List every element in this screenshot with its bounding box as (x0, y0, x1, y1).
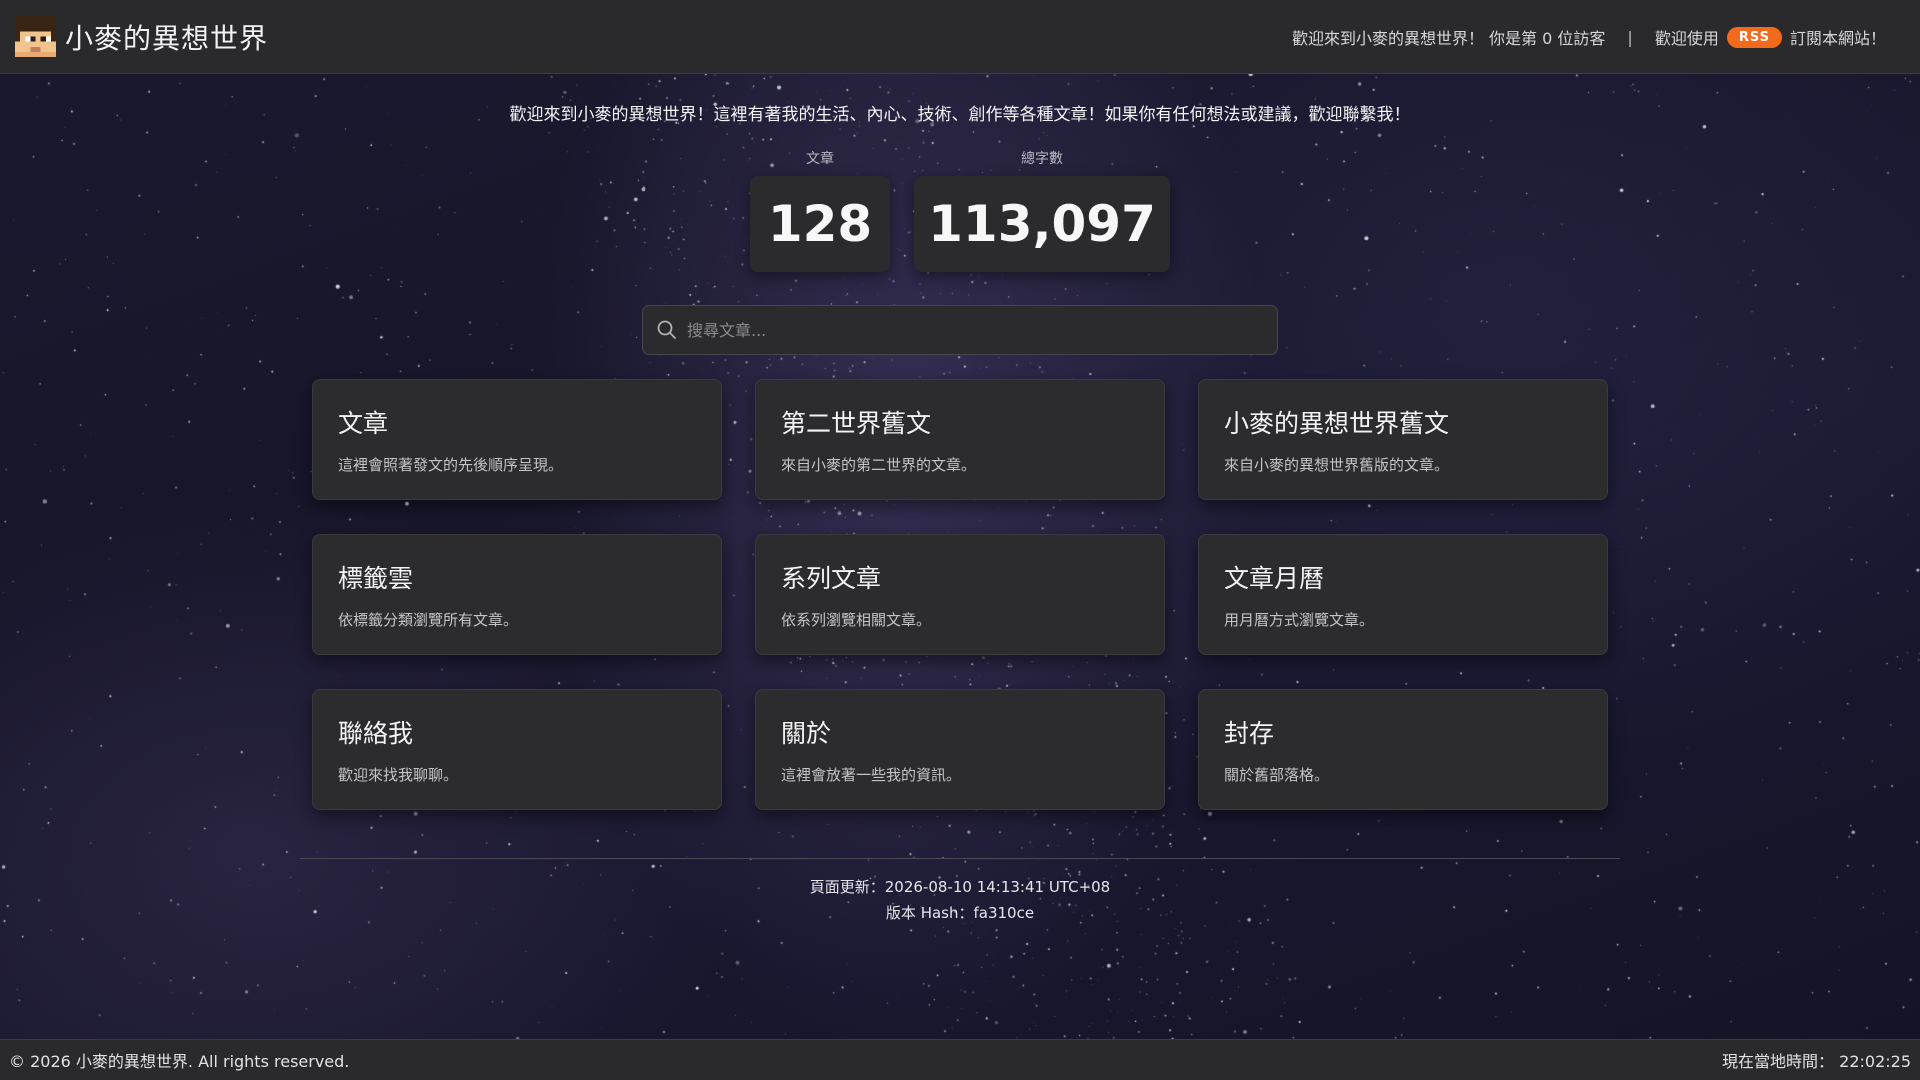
card-articles[interactable]: 文章 這裡會照著發文的先後順序呈現。 (312, 379, 722, 500)
brand[interactable]: 小麥的異想世界 (15, 16, 268, 57)
rss-button[interactable]: RSS (1726, 26, 1782, 48)
stat-articles-label: 文章 (806, 151, 834, 167)
card-title: 標籤雲 (338, 564, 414, 593)
nav-card-grid: 文章 這裡會照著發文的先後順序呈現。 第二世界舊文 來自小麥的第二世界的文章。 … (312, 379, 1608, 810)
section-divider (300, 858, 1620, 859)
rss-suffix-text: 訂閱本網站！ (1789, 29, 1886, 48)
site-title: 小麥的異想世界 (65, 21, 269, 55)
header-separator: | (1627, 27, 1633, 47)
card-title: 文章月曆 (1224, 564, 1325, 593)
card-title: 聯絡我 (338, 719, 414, 748)
card-description: 依標籤分類瀏覽所有文章。 (338, 611, 519, 629)
card-description: 這裡會照著發文的先後順序呈現。 (338, 456, 564, 474)
card-series[interactable]: 系列文章 依系列瀏覽相關文章。 (755, 534, 1165, 655)
visitor-counter-text: 歡迎來到小麥的異想世界！ 你是第 0 位訪客 (1291, 29, 1606, 48)
footer-bar: © 2026 小麥的異想世界. All rights reserved. 現在當… (0, 1039, 1920, 1080)
intro-text: 歡迎來到小麥的異想世界！這裡有著我的生活、內心、技術、創作等各種文章！如果你有任… (509, 105, 1411, 125)
stat-articles: 文章 128 (750, 148, 890, 272)
card-description: 依系列瀏覽相關文章。 (781, 611, 932, 629)
card-description: 來自小麥的第二世界的文章。 (781, 456, 977, 474)
stat-words: 總字數 113,097 (914, 148, 1170, 272)
rss-prefix-text: 歡迎使用 (1654, 29, 1719, 48)
card-archive[interactable]: 封存 關於舊部落格。 (1198, 689, 1608, 810)
card-about[interactable]: 關於 這裡會放著一些我的資訊。 (755, 689, 1165, 810)
card-title: 關於 (781, 719, 832, 748)
card-calendar[interactable]: 文章月曆 用月曆方式瀏覽文章。 (1198, 534, 1608, 655)
search-box[interactable] (642, 305, 1278, 355)
stat-words-value: 113,097 (914, 176, 1170, 272)
card-old-site-archive[interactable]: 小麥的異想世界舊文 來自小麥的異想世界舊版的文章。 (1198, 379, 1608, 500)
pixel-avatar-icon (15, 16, 56, 57)
card-title: 小麥的異想世界舊文 (1224, 409, 1450, 438)
card-description: 來自小麥的異想世界舊版的文章。 (1224, 456, 1450, 474)
search-input[interactable] (685, 319, 1277, 341)
stat-articles-value: 128 (750, 176, 890, 272)
page-updated-text: 頁面更新：2026-08-10 14:13:41 UTC+08 (809, 878, 1111, 896)
card-title: 第二世界舊文 (781, 409, 932, 438)
card-tag-cloud[interactable]: 標籤雲 依標籤分類瀏覽所有文章。 (312, 534, 722, 655)
card-second-world-archive[interactable]: 第二世界舊文 來自小麥的第二世界的文章。 (755, 379, 1165, 500)
local-time-text: 現在當地時間： 22:02:25 (1722, 1052, 1911, 1071)
copyright-text: © 2026 小麥的異想世界. All rights reserved. (9, 1052, 350, 1071)
page-meta: 頁面更新：2026-08-10 14:13:41 UTC+08 版本 Hash：… (0, 874, 1920, 926)
stat-words-label: 總字數 (1021, 151, 1063, 167)
card-description: 歡迎來找我聊聊。 (338, 766, 459, 784)
card-description: 這裡會放著一些我的資訊。 (781, 766, 962, 784)
top-bar: 小麥的異想世界 歡迎來到小麥的異想世界！ 你是第 0 位訪客 | 歡迎使用 RS… (0, 0, 1920, 74)
header-info: 歡迎來到小麥的異想世界！ 你是第 0 位訪客 | 歡迎使用 RSS 訂閱本網站！ (1292, 0, 1886, 74)
card-title: 系列文章 (781, 564, 882, 593)
version-hash-text: 版本 Hash：fa310ce (885, 904, 1035, 922)
card-contact[interactable]: 聯絡我 歡迎來找我聊聊。 (312, 689, 722, 810)
card-title: 封存 (1224, 719, 1275, 748)
card-description: 用月曆方式瀏覽文章。 (1224, 611, 1375, 629)
search-icon (657, 320, 676, 339)
card-description: 關於舊部落格。 (1224, 766, 1330, 784)
card-title: 文章 (338, 409, 389, 438)
